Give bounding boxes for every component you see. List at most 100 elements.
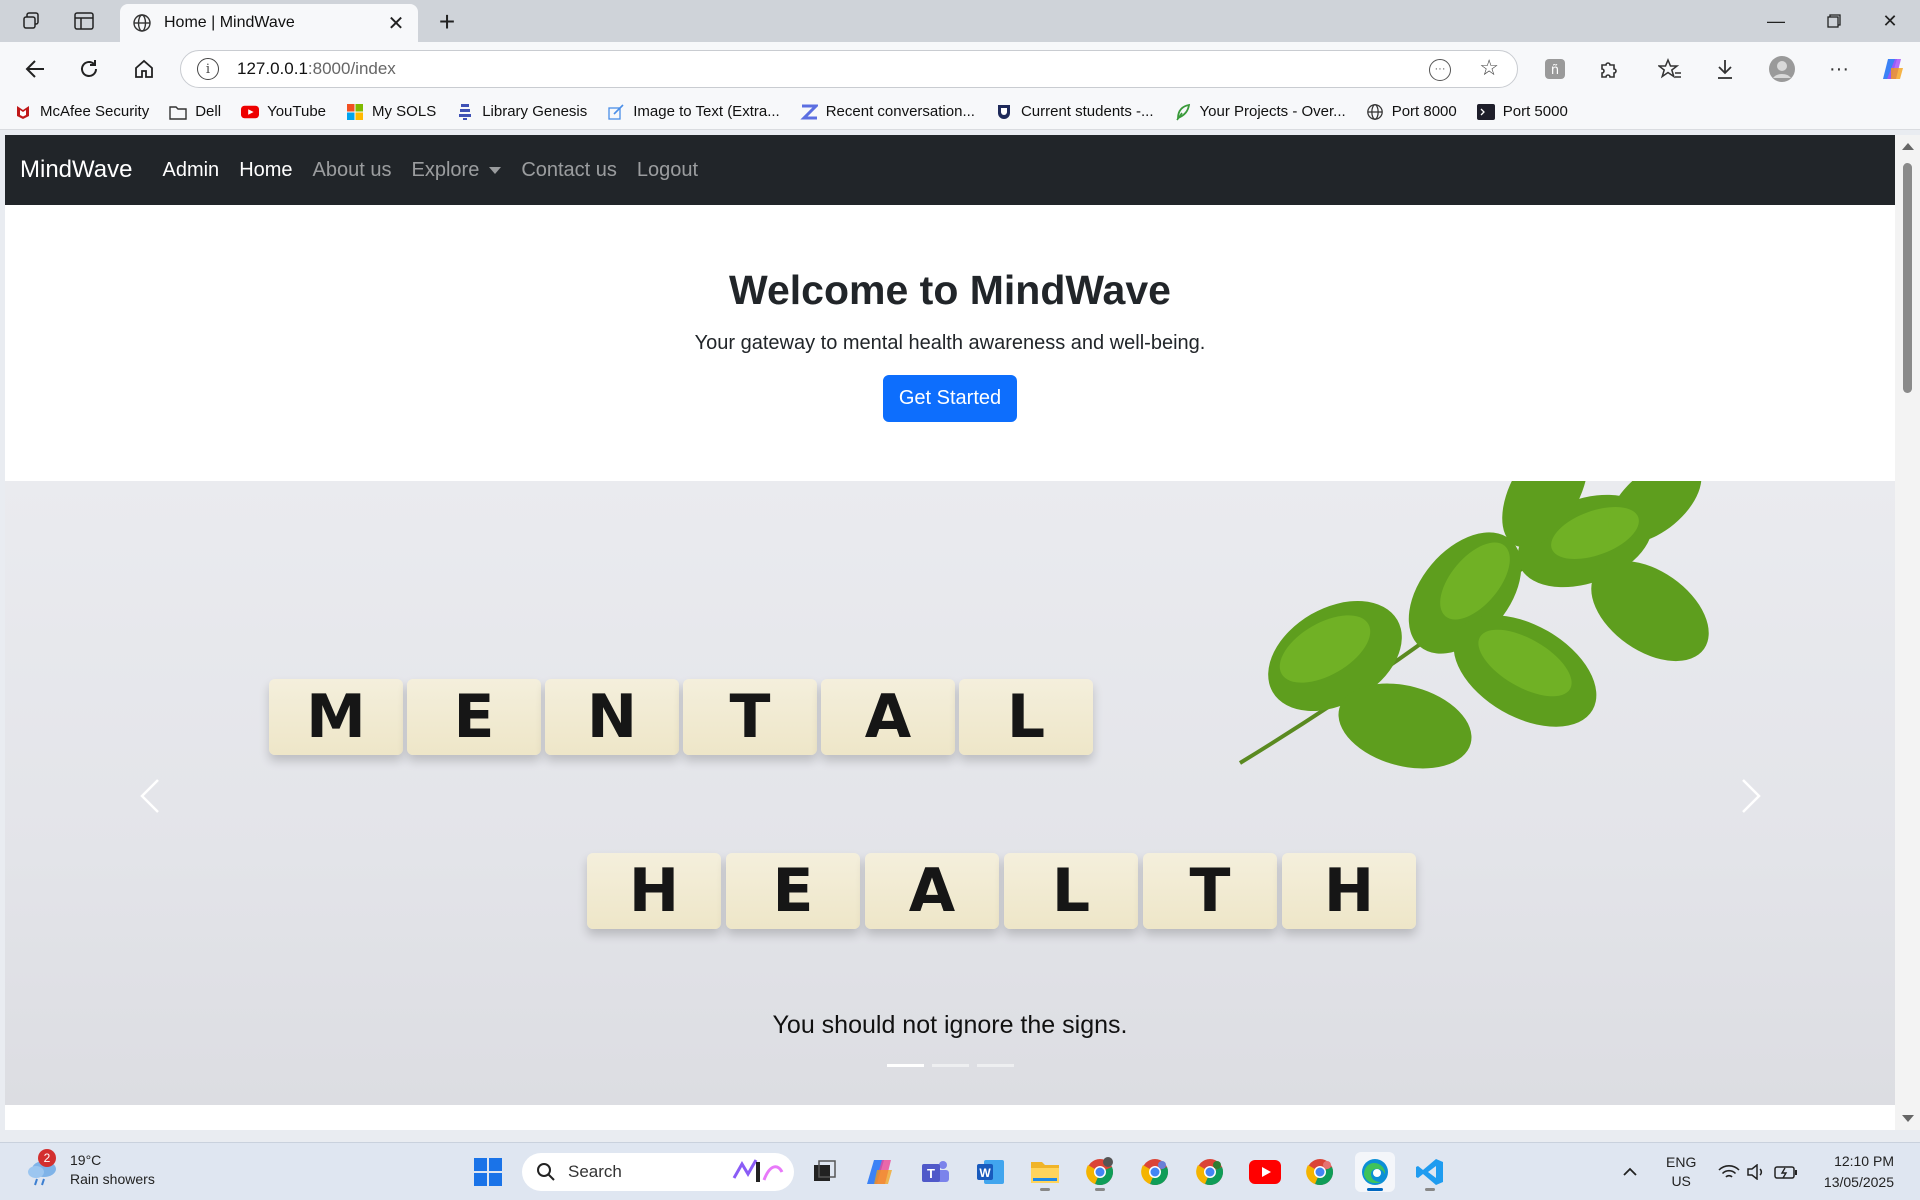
svg-text:ñ: ñ: [1551, 63, 1559, 78]
nav-explore-dropdown[interactable]: Explore: [412, 159, 502, 182]
bookmark-library-genesis[interactable]: Library Genesis: [456, 103, 587, 121]
image-carousel: M E N T A L H E A L T H You should not i…: [5, 481, 1895, 1105]
file-explorer-icon[interactable]: [1025, 1152, 1065, 1192]
youtube-app-icon[interactable]: [1245, 1152, 1285, 1192]
search-highlight-icon: [732, 1159, 784, 1182]
extensions-puzzle-icon[interactable]: [1592, 52, 1626, 86]
close-tab-icon[interactable]: ✕: [386, 11, 406, 36]
carousel-caption: You should not ignore the signs.: [772, 1011, 1128, 1039]
bookmark-your-projects[interactable]: Your Projects - Over...: [1174, 103, 1346, 121]
nav-about[interactable]: About us: [313, 159, 392, 182]
volume-icon[interactable]: [1746, 1143, 1766, 1200]
scrollbar-thumb[interactable]: [1903, 163, 1912, 393]
workspaces-icon[interactable]: [18, 8, 46, 34]
page-scrollbar[interactable]: [1895, 135, 1920, 1130]
site-navbar: MindWave Admin Home About us Explore Con…: [5, 135, 1895, 205]
active-tab[interactable]: Home | MindWave ✕: [120, 4, 418, 42]
z-icon: [800, 103, 818, 121]
scroll-down-icon[interactable]: [1902, 1115, 1914, 1122]
get-started-button[interactable]: Get Started: [882, 375, 1018, 422]
more-menu-icon[interactable]: ···: [1822, 52, 1856, 86]
globe-icon: [132, 13, 152, 33]
system-clock[interactable]: 12:10 PM 13/05/2025: [1824, 1151, 1894, 1193]
bookmark-recent-conversation[interactable]: Recent conversation...: [800, 103, 975, 121]
letter-tile: L: [959, 679, 1093, 755]
hero-subtitle: Your gateway to mental health awareness …: [694, 332, 1206, 354]
nav-home[interactable]: Home: [239, 159, 292, 182]
carousel-indicator[interactable]: [976, 1064, 1014, 1067]
letter-tile: T: [683, 679, 817, 755]
svg-text:T: T: [927, 1166, 935, 1181]
restore-icon[interactable]: [1814, 8, 1854, 34]
chrome-guest-icon[interactable]: [1300, 1152, 1340, 1192]
weather-widget[interactable]: 2 19°C Rain showers: [26, 1149, 155, 1189]
taskbar-search[interactable]: Search: [522, 1153, 794, 1191]
site-info-icon[interactable]: i: [197, 58, 219, 80]
letter-tile: L: [1004, 853, 1138, 929]
rain-cloud-icon: 2: [26, 1149, 60, 1186]
letter-tile: H: [587, 853, 721, 929]
favorites-icon[interactable]: [1653, 52, 1687, 86]
bookmark-port-5000[interactable]: Port 5000: [1476, 103, 1568, 121]
minimize-icon[interactable]: —: [1756, 8, 1796, 34]
nav-logout[interactable]: Logout: [637, 159, 698, 182]
favorite-star-icon[interactable]: ☆: [1479, 55, 1499, 81]
downloads-icon[interactable]: [1708, 52, 1742, 86]
bookmark-current-students[interactable]: Current students -...: [995, 103, 1154, 121]
profile-avatar-icon[interactable]: [1765, 52, 1799, 86]
running-indicator: [1425, 1188, 1435, 1191]
keyboard-region: US: [1671, 1173, 1691, 1189]
language-indicator[interactable]: ENG US: [1666, 1143, 1696, 1200]
bookmark-image-to-text[interactable]: Image to Text (Extra...: [607, 103, 780, 121]
hero-section: Welcome to MindWave Your gateway to ment…: [5, 205, 1895, 481]
search-placeholder: Search: [568, 1162, 622, 1181]
copilot-icon[interactable]: [1876, 52, 1910, 86]
word-icon[interactable]: W: [970, 1152, 1010, 1192]
wifi-icon[interactable]: [1718, 1143, 1740, 1200]
bookmark-dell[interactable]: Dell: [169, 103, 221, 121]
libgen-icon: [456, 103, 474, 121]
mcafee-icon: [14, 103, 32, 121]
chrome-icon[interactable]: [1135, 1152, 1175, 1192]
shield-crest-icon: [995, 103, 1013, 121]
vertical-tabs-icon[interactable]: [70, 8, 98, 34]
search-icon: [537, 1163, 555, 1181]
refresh-icon[interactable]: [74, 54, 104, 84]
new-tab-icon[interactable]: +: [432, 6, 462, 38]
navbar-brand[interactable]: MindWave: [20, 156, 132, 184]
edge-icon[interactable]: [1355, 1152, 1395, 1192]
back-icon[interactable]: [20, 54, 50, 84]
carousel-indicator[interactable]: [931, 1064, 969, 1067]
letter-tile: T: [1143, 853, 1277, 929]
dropdown-caret-icon: [489, 166, 502, 174]
bookmark-youtube[interactable]: YouTube: [241, 103, 326, 121]
scroll-up-icon[interactable]: [1902, 143, 1914, 150]
nav-admin[interactable]: Admin: [162, 159, 219, 182]
home-icon[interactable]: [129, 54, 159, 84]
vscode-icon[interactable]: [1410, 1152, 1450, 1192]
bookmark-my-sols[interactable]: My SOLS: [346, 103, 436, 121]
immersive-reader-icon[interactable]: ···: [1429, 59, 1451, 81]
chrome-profile-icon[interactable]: [1080, 1152, 1120, 1192]
bookmark-mcafee[interactable]: McAfee Security: [14, 103, 149, 121]
battery-icon[interactable]: [1774, 1143, 1798, 1200]
teams-icon[interactable]: T: [915, 1152, 955, 1192]
task-view-icon[interactable]: [804, 1152, 844, 1192]
clock-time: 12:10 PM: [1834, 1153, 1894, 1169]
show-hidden-icons[interactable]: [1622, 1143, 1638, 1200]
address-bar[interactable]: i 127.0.0.1:8000/index ··· ☆: [180, 50, 1518, 88]
copilot-app-icon[interactable]: [860, 1152, 900, 1192]
letter-tile: M: [269, 679, 403, 755]
chrome-alt-profile-icon[interactable]: [1190, 1152, 1230, 1192]
url-host: 127.0.0.1: [237, 59, 308, 78]
windows-start-icon[interactable]: [468, 1152, 508, 1192]
carousel-next-icon[interactable]: [1731, 771, 1771, 821]
letter-tile: A: [865, 853, 999, 929]
youtube-icon: [241, 103, 260, 121]
carousel-indicator[interactable]: [886, 1064, 924, 1067]
carousel-prev-icon[interactable]: [130, 771, 170, 821]
nav-contact[interactable]: Contact us: [521, 159, 617, 182]
extension-app-icon[interactable]: ñ: [1538, 52, 1572, 86]
bookmark-port-8000[interactable]: Port 8000: [1366, 103, 1457, 121]
close-window-icon[interactable]: ✕: [1870, 8, 1910, 34]
